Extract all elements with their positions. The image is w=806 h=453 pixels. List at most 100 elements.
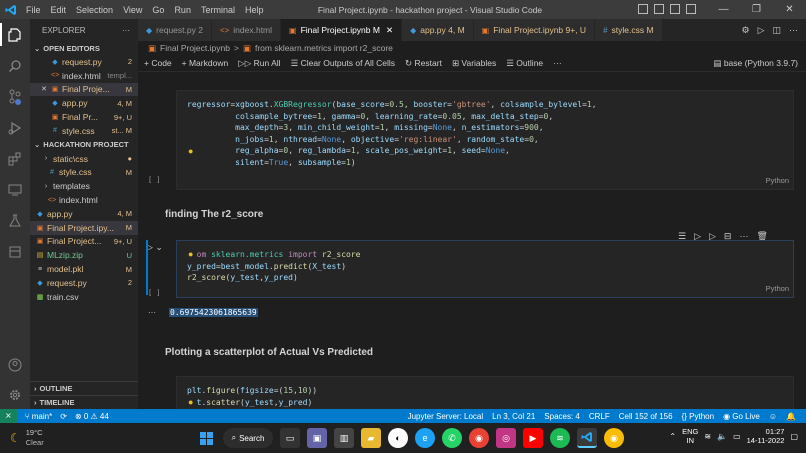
- open-editors-section[interactable]: ⌄OPEN EDITORS: [30, 41, 138, 55]
- wifi-icon[interactable]: ≋: [704, 432, 711, 441]
- file-item[interactable]: #style.cssM: [30, 166, 138, 180]
- lightbulb-icon[interactable]: ●: [188, 249, 193, 259]
- menu-selection[interactable]: Selection: [76, 5, 113, 15]
- close-tab-icon[interactable]: ✕: [386, 25, 393, 36]
- file-item[interactable]: <>index.html: [30, 193, 138, 207]
- open-editor-item[interactable]: #style.cssst... M: [30, 124, 138, 138]
- vscode-taskbar-icon[interactable]: [577, 428, 597, 448]
- sync-icon[interactable]: ⟳: [60, 412, 67, 421]
- menu-help[interactable]: Help: [245, 5, 264, 15]
- gear-icon[interactable]: ⚙: [741, 25, 749, 36]
- menu-go[interactable]: Go: [152, 5, 164, 15]
- menu-run[interactable]: Run: [174, 5, 191, 15]
- editor-scrollbar[interactable]: [798, 72, 806, 409]
- code-cell-r2[interactable]: om sklearn.metrics import r2_score y_pre…: [176, 240, 794, 298]
- remote-explorer-icon[interactable]: [0, 174, 30, 205]
- code-cell-regressor[interactable]: regressor=xgboost.XGBRegressor(base_scor…: [176, 90, 794, 190]
- markdown-heading-scatter[interactable]: Plotting a scatterplot of Actual Vs Pred…: [165, 347, 373, 358]
- clock[interactable]: 01:2714-11-2022: [747, 427, 785, 445]
- language-indicator[interactable]: ENGIN: [682, 427, 698, 445]
- battery-icon[interactable]: ▭: [733, 432, 741, 441]
- widgets-icon[interactable]: ▥: [334, 428, 354, 448]
- file-item[interactable]: ▦train.csv: [30, 290, 138, 304]
- cell-language[interactable]: Python: [766, 176, 789, 185]
- toolbar-more-button[interactable]: ···: [553, 58, 562, 68]
- menu-file[interactable]: File: [26, 5, 41, 15]
- toggle-primary-sidebar-icon[interactable]: [638, 4, 648, 14]
- lightbulb-icon[interactable]: ●: [188, 397, 193, 407]
- run-debug-icon[interactable]: [0, 112, 30, 143]
- language-status[interactable]: {} Python: [682, 412, 714, 421]
- teams-chat-icon[interactable]: ▣: [307, 428, 327, 448]
- code-block[interactable]: om sklearn.metrics import r2_score y_pre…: [177, 241, 793, 284]
- customize-layout-icon[interactable]: [686, 4, 696, 14]
- file-item[interactable]: ≡model.pklM: [30, 262, 138, 276]
- toggle-secondary-sidebar-icon[interactable]: [670, 4, 680, 14]
- file-item[interactable]: ▣Final Project...9+, U: [30, 235, 138, 249]
- taskbar-search[interactable]: ⌕Search: [223, 428, 273, 448]
- extensions-icon[interactable]: [0, 143, 30, 174]
- output-more-button[interactable]: ···: [148, 308, 156, 317]
- edge-icon[interactable]: e: [415, 428, 435, 448]
- eol-status[interactable]: CRLF: [589, 412, 610, 421]
- restart-button[interactable]: ↻ Restart: [405, 58, 442, 69]
- close-window-icon[interactable]: ✕: [773, 0, 806, 19]
- add-code-button[interactable]: + Code: [144, 58, 172, 68]
- file-item[interactable]: ▤MLzip.zipU: [30, 248, 138, 262]
- outline-button[interactable]: ☰ Outline: [506, 58, 543, 69]
- tab-1[interactable]: <>index.html: [212, 19, 281, 41]
- branch-status[interactable]: ⑂ main*: [25, 412, 52, 421]
- file-item[interactable]: ▣Final Project.ipy...M: [30, 221, 138, 235]
- split-editor-icon[interactable]: ◫: [772, 25, 781, 36]
- volume-icon[interactable]: 🔈: [717, 432, 727, 441]
- run-icon[interactable]: ▷: [758, 25, 765, 36]
- code-cell-scatter[interactable]: plt.figure(figsize=(15,10)) t.scatter(y_…: [176, 376, 794, 409]
- code-block[interactable]: plt.figure(figsize=(15,10)) t.scatter(y_…: [177, 377, 793, 408]
- problems-status[interactable]: ⊗ 0 ⚠ 44: [75, 412, 109, 421]
- cell-language[interactable]: Python: [766, 284, 789, 293]
- source-control-icon[interactable]: [0, 81, 30, 112]
- project-section[interactable]: ⌄HACKATHON PROJECT: [30, 138, 138, 152]
- github-icon[interactable]: ◐: [388, 428, 408, 448]
- start-button-icon[interactable]: [196, 428, 216, 448]
- open-editor-item[interactable]: ◆app.py4, M: [30, 96, 138, 110]
- breadcrumb-cell[interactable]: from sklearn.metrics import r2_score: [255, 43, 393, 53]
- explorer-icon[interactable]: [0, 19, 30, 50]
- tab-4[interactable]: ▣Final Project.ipynb 9+, U: [474, 19, 595, 41]
- more-actions-icon[interactable]: ···: [789, 25, 798, 35]
- run-cell-button[interactable]: ▷ ⌄: [146, 242, 163, 253]
- folder-item[interactable]: ›templates: [30, 179, 138, 193]
- tab-5[interactable]: #style.css M: [595, 19, 662, 41]
- open-editor-item[interactable]: ◆request.py2: [30, 55, 138, 69]
- run-all-button[interactable]: ▷▷ Run All: [238, 58, 280, 69]
- indentation-status[interactable]: Spaces: 4: [544, 412, 580, 421]
- jupyter-status[interactable]: Jupyter Server: Local: [408, 412, 484, 421]
- kernel-picker[interactable]: ▤ base (Python 3.9.7): [713, 58, 798, 69]
- menu-terminal[interactable]: Terminal: [201, 5, 235, 15]
- breadcrumb-file[interactable]: Final Project.ipynb: [160, 43, 230, 53]
- file-explorer-icon[interactable]: ▰: [361, 428, 381, 448]
- testing-icon[interactable]: [0, 205, 30, 236]
- weather-widget[interactable]: ☾ 19°C Clear: [10, 428, 44, 448]
- folder-item[interactable]: ›static\css●: [30, 152, 138, 166]
- youtube-icon[interactable]: ▶: [523, 428, 543, 448]
- tab-0[interactable]: ◆request.py 2: [138, 19, 212, 41]
- jupyter-icon[interactable]: [0, 236, 30, 267]
- spotify-icon[interactable]: ≋: [550, 428, 570, 448]
- minimize-icon[interactable]: —: [707, 0, 740, 19]
- file-item[interactable]: ◆request.py2: [30, 276, 138, 290]
- code-block[interactable]: regressor=xgboost.XGBRegressor(base_scor…: [177, 91, 793, 169]
- tray-overflow-icon[interactable]: ⌃: [669, 432, 676, 441]
- open-editor-item[interactable]: <>index.htmltempl...: [30, 69, 138, 83]
- menu-view[interactable]: View: [123, 5, 142, 15]
- cursor-position[interactable]: Ln 3, Col 21: [492, 412, 535, 421]
- clear-outputs-button[interactable]: ☰ Clear Outputs of All Cells: [291, 58, 395, 69]
- variables-button[interactable]: ⊞ Variables: [452, 58, 496, 69]
- file-item[interactable]: ◆app.py4, M: [30, 207, 138, 221]
- menu-edit[interactable]: Edit: [51, 5, 67, 15]
- search-icon[interactable]: [0, 50, 30, 81]
- notifications-icon[interactable]: 🔔: [786, 412, 796, 421]
- toggle-panel-icon[interactable]: [654, 4, 664, 14]
- restore-icon[interactable]: ❐: [740, 0, 773, 19]
- notification-center-icon[interactable]: ▢: [790, 432, 798, 441]
